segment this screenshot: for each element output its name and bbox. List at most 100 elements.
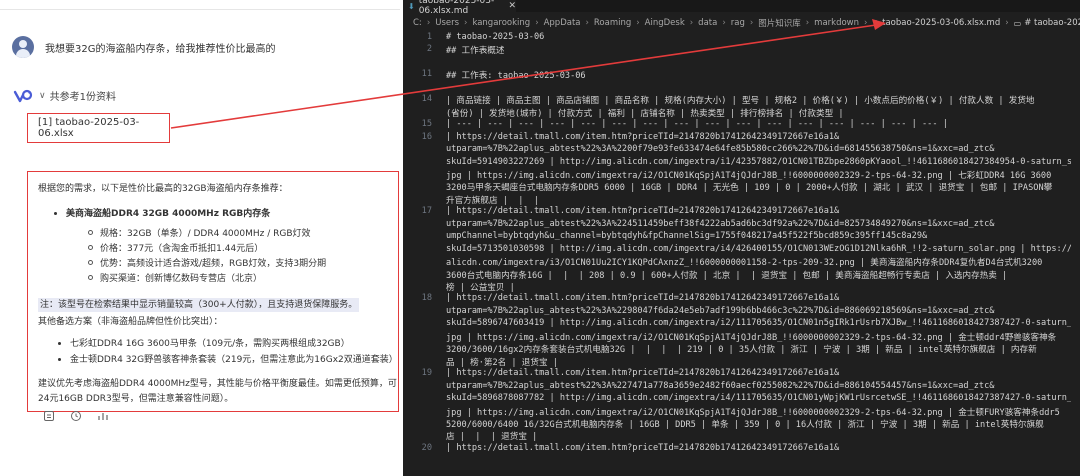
code-line: | --- | --- | --- | --- | --- | --- | --… [446, 119, 948, 130]
refresh-icon[interactable] [69, 410, 82, 423]
line-number: 16 [421, 131, 432, 142]
markdown-file-icon: ⬇ [872, 18, 880, 28]
code-line: 3600台式电脑内存条16G | | | 208 | 0.9 | 600+人付款… [446, 270, 1008, 281]
answer-note: 注：该型号在检索结果中显示销量较高（300+人付款），且支持退货保障服务。 [38, 298, 360, 312]
message-actions [42, 410, 109, 423]
bullet [58, 358, 61, 361]
code-line: 店 | | | 退货宝 | [446, 432, 538, 443]
user-message: 我想要32G的海盗船内存条，给我推荐性价比最高的 [45, 43, 276, 55]
code-line: utparam=%7B%22aplus_abtest%22%3A%2245114… [446, 218, 995, 229]
answer-conclusion: 建议优先考虑海盗船DDR4 4000MHz型号，其性能与价格平衡度最佳。如需更低… [38, 379, 397, 389]
code-line: | https://detail.tmall.com/item.htm?pric… [446, 442, 840, 453]
code-line: utparam=%7B%22aplus_abtest%22%3A%227471a… [446, 380, 995, 391]
line-number: 15 [421, 119, 432, 130]
alt-item: 金士顿DDR4 32G野兽骇客神条套装（219元，但需注意此为16Gx2双通道套… [70, 355, 398, 365]
code-line: | https://detail.tmall.com/item.htm?pric… [446, 131, 840, 142]
markdown-file-icon: ⬇ [408, 1, 415, 11]
line-number: 17 [421, 206, 432, 217]
line-number: 1 [426, 32, 432, 42]
breadcrumb-item[interactable]: # taobao-2025-03-06 [1024, 18, 1080, 28]
reference-file-name: [1] taobao-2025-03-06.xlsx [38, 117, 140, 139]
breadcrumb-separator: › [864, 18, 868, 28]
code-line: 3200马甲条天蝎座台式电脑内存条DDR5 6000 | 16GB | DDR4… [446, 183, 1053, 194]
code-line: skuId=5896878087782 | http://img.alicdn.… [446, 393, 1080, 404]
chevron-down-icon: ∨ [39, 90, 46, 101]
code-line: jpg | https://img.alicdn.com/imgextra/i2… [446, 332, 1057, 343]
code-line: | 商品链接 | 商品主图 | 商品店铺图 | 商品名称 | 规格(内存大小) … [446, 96, 1035, 107]
breadcrumb-separator: › [805, 18, 810, 28]
line-number: 11 [421, 69, 432, 80]
breadcrumb-separator: › [749, 18, 754, 28]
user-avatar [12, 36, 34, 58]
spec-item: 优势：高频设计适合游戏/超频，RGB灯效，支持3期分期 [100, 259, 327, 269]
assistant-logo-icon [13, 89, 33, 103]
code-line: 升官方旗舰店 | | | [446, 195, 539, 206]
line-number: 20 [421, 442, 432, 453]
bullet [54, 212, 57, 215]
code-line: skuId=5896747603419 | http://img.alicdn.… [446, 318, 1080, 329]
code-line: 3200/3600/16gx2内存条套装台式机电脑32G | | | | 219… [446, 345, 1037, 356]
code-line: jpg | https://img.alicdn.com/imgextra/i2… [446, 407, 1060, 418]
alt-item: 七彩虹DDR4 16G 3600马甲条（109元/条，需购买两根组成32GB） [70, 339, 350, 349]
breadcrumb-item[interactable]: 图片知识库 [758, 17, 801, 29]
bullet [88, 245, 93, 250]
breadcrumb-item[interactable]: kangarooking [472, 18, 530, 28]
bullet [88, 230, 93, 235]
spec-item: 价格：377元（含淘金币抵扣1.44元后） [100, 244, 264, 254]
code-line: 5200/6000/6400 16/32G台式机电脑内存条 | 16GB | D… [446, 419, 1044, 430]
copy-icon[interactable] [42, 410, 55, 423]
alt-title: 其他备选方案（非海盗船品牌但性价比突出）： [38, 317, 223, 327]
breadcrumb-item[interactable]: rag [731, 18, 745, 28]
code-line: | https://detail.tmall.com/item.htm?pric… [446, 293, 840, 304]
breadcrumb-item[interactable]: Users [435, 18, 459, 28]
code-line: # taobao-2025-03-06 [446, 32, 545, 42]
breadcrumb-separator: › [426, 18, 431, 28]
line-number: 19 [421, 368, 432, 379]
tab-markdown-file[interactable]: ⬇ taobao-2025-03-06.xlsx.md ✕ [403, 0, 516, 16]
code-line: utparam=%7B%22aplus_abtest%22%3A%2298047… [446, 305, 995, 316]
bullet [88, 260, 93, 265]
code-line: alicdn.com/imgextra/i3/O1CN01Uu2ICY1KQPd… [446, 258, 1043, 269]
scrollbar[interactable] [1071, 30, 1080, 476]
reference-toggle[interactable]: ∨ 共参考1份资料 [13, 88, 116, 103]
bullet [58, 342, 61, 345]
code-line: ## 工作表: taobao-2025-03-06 [446, 71, 586, 82]
breadcrumb-separator: › [636, 18, 640, 28]
breadcrumb-item[interactable]: C: [413, 18, 422, 28]
breadcrumb-separator: › [689, 18, 694, 28]
code-line: skuId=5914903227269 | http://img.alicdn.… [446, 156, 1080, 167]
breadcrumb-item[interactable]: taobao-2025-03-06.xlsx.md [882, 18, 1000, 28]
tab-title: taobao-2025-03-06.xlsx.md [418, 0, 495, 16]
breadcrumb-separator: › [722, 18, 726, 28]
reference-file-link[interactable]: [1] taobao-2025-03-06.xlsx [27, 113, 170, 143]
code-line: umpChannel=bybtqdyh&u_channel=bybtqdyh&f… [446, 231, 928, 242]
product-title: 美商海盗船DDR4 32GB 4000MHz RGB内存条 [66, 209, 271, 219]
code-line: | https://detail.tmall.com/item.htm?pric… [446, 206, 840, 217]
spec-item: 规格：32GB（单条）/ DDR4 4000MHz / RGB灯效 [100, 229, 311, 239]
editor-panel: ⬇ taobao-2025-03-06.xlsx.md ✕ C: › Users › k… [403, 0, 1080, 476]
line-number: 14 [421, 94, 432, 105]
symbol-icon: ▭ [1013, 18, 1022, 28]
breadcrumb-separator: › [535, 18, 539, 28]
breadcrumb-item[interactable]: data [698, 18, 717, 28]
breadcrumb-item[interactable]: markdown [814, 18, 859, 28]
user-message-row: 我想要32G的海盗船内存条，给我推荐性价比最高的 [12, 36, 275, 58]
breadcrumb-separator: › [585, 18, 589, 28]
code-line: (省份) | 发货地(城市) | 付款方式 | 福利 | 店铺名称 | 热卖类型… [446, 108, 844, 119]
code-editor[interactable]: 1 # taobao-2025-03-06 2 ## 工作表概述 11 ## 工作表: t… [403, 30, 1080, 476]
breadcrumb-item[interactable]: AingDesk [645, 18, 685, 28]
breadcrumb-separator: › [464, 18, 468, 28]
share-icon[interactable] [96, 410, 109, 423]
code-line: ## 工作表概述 [446, 46, 505, 57]
code-line: skuId=5713501030598 | http://img.alicdn.… [446, 243, 1080, 254]
code-line: utparam=%7B%22aplus_abtest%22%3A%2200f79… [446, 144, 995, 155]
answer-conclusion-cont: 24元16GB DDR3型号，但需注意兼容性问题）。 [38, 394, 234, 404]
close-icon[interactable]: ✕ [508, 1, 516, 11]
divider [0, 9, 400, 10]
spec-item: 购买渠道：创新博亿数码专营店（北京） [100, 274, 263, 284]
reference-label: 共参考1份资料 [49, 92, 116, 103]
code-line: 品 | 榜·第2名 | 退货宝 | [446, 357, 558, 368]
answer-intro: 根据您的需求，以下是性价比最高的32GB海盗船内存条推荐： [38, 184, 288, 194]
breadcrumb-item[interactable]: Roaming [594, 18, 631, 28]
breadcrumb-item[interactable]: AppData [544, 18, 581, 28]
